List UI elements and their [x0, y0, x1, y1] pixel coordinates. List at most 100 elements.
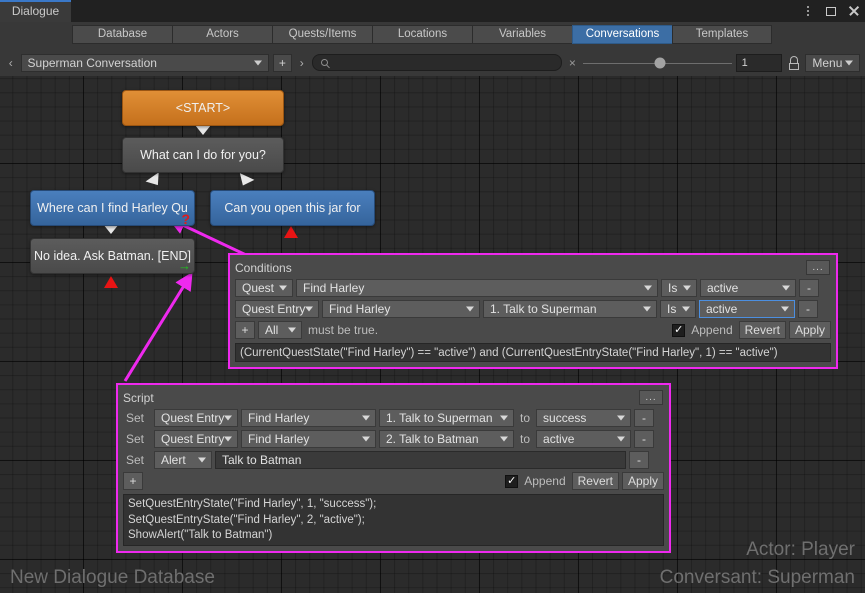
back-chevron-icon[interactable]: ‹	[5, 56, 17, 70]
node-text: Can you open this jar for	[224, 201, 361, 215]
condition-type-value: Quest	[242, 281, 275, 295]
remove-script-button[interactable]: -	[629, 451, 649, 469]
zoom-slider[interactable]	[582, 54, 732, 72]
conversation-select[interactable]: Superman Conversation	[20, 53, 269, 72]
script-type-select[interactable]: Quest Entry	[154, 409, 238, 427]
clear-search-button[interactable]: ×	[566, 56, 579, 70]
condition-marker-icon: ?	[181, 211, 190, 226]
remove-script-button[interactable]: -	[634, 409, 655, 427]
search-input-wrapper[interactable]	[311, 54, 562, 71]
conditions-more-button[interactable]: ...	[806, 260, 830, 275]
condition-entry-select[interactable]: 1. Talk to Superman	[483, 300, 657, 318]
tab-variables[interactable]: Variables	[472, 24, 572, 44]
condition-value-select[interactable]: active	[700, 279, 796, 297]
tab-templates[interactable]: Templates	[672, 24, 772, 44]
script-more-button[interactable]: ...	[639, 390, 663, 405]
menu-button[interactable]: Menu	[805, 53, 860, 72]
chevron-down-icon	[617, 415, 626, 421]
condition-type-value: Quest Entry	[242, 302, 306, 316]
condition-comparison-select[interactable]: Is	[661, 279, 697, 297]
chevron-down-icon	[279, 285, 287, 291]
node-open-jar[interactable]: Can you open this jar for	[210, 190, 375, 226]
script-set-label: Set	[126, 453, 145, 467]
tab-actors[interactable]: Actors	[172, 24, 272, 44]
search-input[interactable]	[332, 56, 553, 69]
node-connector-arrow	[145, 172, 165, 190]
node-no-idea-ask-batman[interactable]: No idea. Ask Batman. [END] →	[30, 238, 195, 274]
chevron-down-icon	[500, 415, 508, 421]
script-target-value: Find Harley	[248, 411, 310, 425]
conditions-revert-button[interactable]: Revert	[738, 321, 786, 339]
script-code-preview[interactable]: SetQuestEntryState("Find Harley", 1, "su…	[123, 494, 664, 546]
remove-condition-button[interactable]: -	[799, 279, 819, 297]
tab-database[interactable]: Database	[72, 24, 172, 44]
conditions-logic-select[interactable]: All	[258, 321, 302, 339]
script-to-label: to	[520, 432, 531, 446]
more-options-icon[interactable]	[801, 4, 815, 18]
node-what-can-i-do[interactable]: What can I do for you?	[122, 137, 284, 173]
script-set-label: Set	[126, 432, 145, 446]
lock-icon[interactable]	[786, 54, 801, 72]
forward-chevron-icon[interactable]: ›	[296, 56, 308, 70]
chevron-down-icon	[617, 436, 626, 442]
script-alert-text-input[interactable]: Talk to Batman	[215, 451, 626, 469]
conditions-code-preview[interactable]: (CurrentQuestState("Find Harley") == "ac…	[235, 343, 831, 362]
chevron-down-icon	[362, 415, 370, 421]
menu-button-label: Menu	[812, 55, 843, 70]
condition-target-select[interactable]: Find Harley	[322, 300, 480, 318]
script-value-select[interactable]: success	[536, 409, 632, 427]
condition-target-select[interactable]: Find Harley	[296, 279, 658, 297]
zoom-value-field[interactable]: 1	[735, 53, 782, 72]
condition-comparison-value: Is	[667, 302, 677, 316]
tab-locations[interactable]: Locations	[372, 24, 472, 44]
script-row: Set Alert Talk to Batman -	[123, 451, 664, 469]
maximize-icon[interactable]	[824, 4, 838, 18]
node-state-marker	[104, 276, 118, 288]
condition-type-select[interactable]: Quest Entry	[235, 300, 319, 318]
tab-conversations[interactable]: Conversations	[572, 24, 672, 44]
script-target-select[interactable]: Find Harley	[241, 409, 376, 427]
chevron-down-icon	[224, 415, 232, 421]
condition-value-select[interactable]: active	[699, 300, 795, 318]
add-conversation-button[interactable]: +	[272, 53, 293, 72]
remove-script-button[interactable]: -	[634, 430, 655, 448]
window-controls	[801, 0, 861, 22]
node-where-harley[interactable]: Where can I find Harley Qu ?	[30, 190, 195, 226]
script-append-checkbox[interactable]: ✓	[505, 474, 519, 488]
main-tab-bar: Database Actors Quests/Items Locations V…	[0, 22, 865, 46]
condition-comparison-value: Is	[668, 281, 678, 295]
script-type-select[interactable]: Alert	[154, 451, 212, 469]
window-tab-dialogue[interactable]: Dialogue	[0, 0, 72, 22]
add-condition-button[interactable]: +	[235, 321, 255, 339]
condition-comparison-select[interactable]: Is	[660, 300, 696, 318]
condition-type-select[interactable]: Quest	[235, 279, 293, 297]
conditions-append-label: Append	[691, 323, 733, 337]
chevron-down-icon	[198, 457, 206, 463]
close-icon[interactable]	[847, 4, 861, 18]
script-entry-select[interactable]: 2. Talk to Batman	[379, 430, 514, 448]
script-revert-button[interactable]: Revert	[571, 472, 619, 490]
zoom-slider-handle[interactable]	[654, 57, 666, 68]
script-entry-select[interactable]: 1. Talk to Superman	[379, 409, 514, 427]
script-target-select[interactable]: Find Harley	[241, 430, 376, 448]
conditions-append-checkbox[interactable]: ✓	[672, 323, 686, 337]
add-script-button[interactable]: +	[123, 472, 143, 490]
watermark-conversant: Conversant: Superman	[659, 567, 855, 588]
node-text: No idea. Ask Batman. [END]	[34, 249, 192, 263]
watermark-database: New Dialogue Database	[10, 567, 215, 588]
tab-quests-items[interactable]: Quests/Items	[272, 24, 372, 44]
script-marker-icon: →	[178, 258, 191, 273]
condition-row: Quest Entry Find Harley 1. Talk to Super…	[235, 300, 831, 318]
dialogue-canvas[interactable]: <START> What can I do for you? Where can…	[0, 76, 865, 593]
window-titlebar: Dialogue	[0, 0, 865, 22]
remove-condition-button[interactable]: -	[798, 300, 818, 318]
chevron-down-icon	[253, 60, 262, 65]
script-value-select[interactable]: active	[536, 430, 632, 448]
condition-target-value: Find Harley	[303, 281, 365, 295]
script-type-select[interactable]: Quest Entry	[154, 430, 238, 448]
node-start[interactable]: <START>	[122, 90, 284, 126]
conditions-apply-button[interactable]: Apply	[788, 321, 831, 339]
conditions-panel: Conditions ... Quest Find Harley Is acti…	[228, 253, 838, 369]
tab-label: Quests/Items	[288, 28, 357, 40]
script-apply-button[interactable]: Apply	[621, 472, 664, 490]
